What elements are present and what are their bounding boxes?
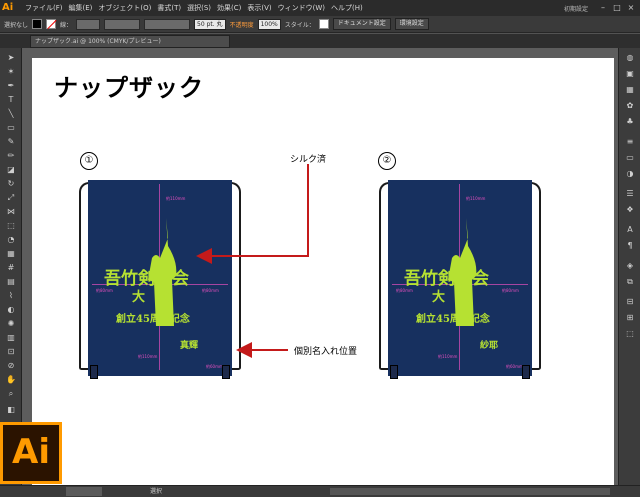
- appearance-icon[interactable]: ☰: [623, 188, 637, 200]
- menu-window[interactable]: ウィンドウ(W): [275, 3, 328, 13]
- menu-object[interactable]: オブジェクト(O): [95, 3, 154, 13]
- align-icon[interactable]: ⊟: [623, 296, 637, 308]
- pencil-icon[interactable]: ✏: [3, 150, 19, 162]
- menu-file[interactable]: ファイル(F): [22, 3, 66, 13]
- selection-tool-icon[interactable]: ➤: [3, 52, 19, 64]
- stroke-label: 線：: [60, 21, 73, 29]
- zoom-field[interactable]: [66, 487, 102, 496]
- illustrator-logo: Ai: [0, 422, 62, 484]
- preferences-button[interactable]: 環境設定: [394, 18, 429, 30]
- canvas[interactable]: ナップザック ① 約110mm 約80mm 約80mm 約110mm 約60mm: [22, 48, 618, 485]
- app-logo: Ai: [2, 2, 14, 13]
- menu-view[interactable]: 表示(V): [244, 3, 274, 13]
- brushes-icon[interactable]: ✿: [623, 100, 637, 112]
- transform-icon[interactable]: ⬚: [623, 328, 637, 340]
- silk-arrow: [196, 164, 309, 264]
- document-tab[interactable]: ナップザック.ai @ 100% (CMYK/プレビュー): [30, 35, 230, 48]
- swatches-icon[interactable]: ▦: [623, 84, 637, 96]
- zoom-tool-icon[interactable]: ⌕: [3, 388, 19, 400]
- free-transform-icon[interactable]: ⬚: [3, 220, 19, 232]
- color-guide-icon[interactable]: ▣: [623, 68, 637, 80]
- line-tool-icon[interactable]: ╲: [3, 108, 19, 120]
- opacity-label[interactable]: 不透明度: [230, 20, 254, 29]
- gradient-tool-icon[interactable]: ▤: [3, 276, 19, 288]
- eraser-icon[interactable]: ◪: [3, 164, 19, 176]
- status-bar: 選択: [0, 485, 640, 497]
- artboards-panel-icon[interactable]: ⧉: [623, 276, 637, 288]
- color-panel-icon[interactable]: ◍: [623, 52, 637, 64]
- hand-tool-icon[interactable]: ✋: [3, 374, 19, 386]
- close-icon[interactable]: ×: [626, 3, 636, 13]
- artboard-tool-icon[interactable]: ⊡: [3, 346, 19, 358]
- mesh-tool-icon[interactable]: #: [3, 262, 19, 274]
- rectangle-tool-icon[interactable]: ▭: [3, 122, 19, 134]
- menu-bar: Ai ファイル(F) 編集(E) オブジェクト(O) 書式(T) 選択(S) 効…: [0, 0, 640, 16]
- menu-select[interactable]: 選択(S): [184, 3, 214, 13]
- scale-tool-icon[interactable]: ⤢: [3, 192, 19, 204]
- magic-wand-icon[interactable]: ✶: [3, 66, 19, 78]
- paintbrush-icon[interactable]: ✎: [3, 136, 19, 148]
- width-tool-icon[interactable]: ⋈: [3, 206, 19, 218]
- style-label: スタイル：: [284, 21, 315, 29]
- selection-status: 選択なし: [4, 21, 29, 29]
- status-tool: 選択: [150, 488, 163, 495]
- workspace-switcher[interactable]: 初期設定: [564, 4, 588, 13]
- pathfinder-icon[interactable]: ⊞: [623, 312, 637, 324]
- document-setup-button[interactable]: ドキュメント設定: [332, 18, 391, 30]
- opacity-field[interactable]: 100%: [257, 18, 281, 30]
- stroke-weight-field[interactable]: [76, 18, 101, 30]
- artboard[interactable]: ナップザック ① 約110mm 約80mm 約80mm 約110mm 約60mm: [32, 58, 614, 485]
- minimize-icon[interactable]: –: [598, 3, 608, 13]
- variable-width-field[interactable]: [104, 18, 141, 30]
- control-bar: 選択なし 線： 50 pt. 丸 不透明度 100% スタイル： ドキュメント設…: [0, 16, 640, 33]
- character-icon[interactable]: A: [623, 224, 637, 236]
- fill-swatch[interactable]: [32, 19, 43, 29]
- rotate-tool-icon[interactable]: ↻: [3, 178, 19, 190]
- eyedropper-icon[interactable]: ⌇: [3, 290, 19, 302]
- horizontal-scrollbar[interactable]: [330, 488, 610, 495]
- maximize-icon[interactable]: □: [612, 3, 622, 13]
- pen-tool-icon[interactable]: ✒: [3, 80, 19, 92]
- menu-help[interactable]: ヘルプ(H): [328, 3, 366, 13]
- slice-tool-icon[interactable]: ⊘: [3, 360, 19, 372]
- transparency-icon[interactable]: ◑: [623, 168, 637, 180]
- stroke-swatch[interactable]: [46, 19, 57, 29]
- gradient-panel-icon[interactable]: ▭: [623, 152, 637, 164]
- perspective-grid-icon[interactable]: ▦: [3, 248, 19, 260]
- panel-dock: ◍ ▣ ▦ ✿ ♣ ≡ ▭ ◑ ☰ ❖ A ¶ ◈ ⧉ ⊟ ⊞ ⬚: [618, 48, 640, 488]
- stroke-panel-icon[interactable]: ≡: [623, 136, 637, 148]
- layers-icon[interactable]: ◈: [623, 260, 637, 272]
- graphic-styles-icon[interactable]: ❖: [623, 204, 637, 216]
- style-swatch[interactable]: [318, 19, 329, 29]
- symbols-icon[interactable]: ♣: [623, 116, 637, 128]
- brush-field[interactable]: [144, 18, 191, 30]
- illustrator-window: Ai ファイル(F) 編集(E) オブジェクト(O) 書式(T) 選択(S) 効…: [0, 0, 640, 497]
- graph-tool-icon[interactable]: ▥: [3, 332, 19, 344]
- menu-type[interactable]: 書式(T): [154, 3, 184, 13]
- window-controls: 初期設定 – □ ×: [564, 3, 640, 13]
- fill-stroke-icon[interactable]: ◧: [3, 404, 19, 416]
- brush-definition[interactable]: 50 pt. 丸: [194, 18, 226, 30]
- symbol-sprayer-icon[interactable]: ✺: [3, 318, 19, 330]
- menu-edit[interactable]: 編集(E): [66, 3, 96, 13]
- menu-effect[interactable]: 効果(C): [214, 3, 244, 13]
- paragraph-icon[interactable]: ¶: [623, 240, 637, 252]
- document-tab-bar: ナップザック.ai @ 100% (CMYK/プレビュー): [0, 34, 640, 48]
- annotation-arrows: [196, 164, 309, 358]
- shape-builder-icon[interactable]: ◔: [3, 234, 19, 246]
- blend-tool-icon[interactable]: ◐: [3, 304, 19, 316]
- type-tool-icon[interactable]: T: [3, 94, 19, 106]
